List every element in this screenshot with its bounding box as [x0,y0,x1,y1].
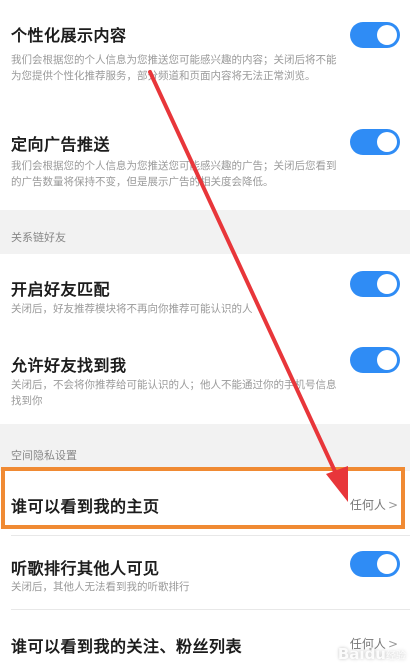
chevron-right-icon: > [387,498,398,512]
who-can-see-home-title: 谁可以看到我的主页 [11,497,160,516]
baidu-watermark: Baidu经验 [338,645,406,663]
friends-card: 开启好友匹配 关闭后，好友推荐模块将不再向你推荐可能认识的人 允许好友找到我 关… [0,254,410,424]
who-can-see-home-value: 任何人 > [350,496,398,513]
find-me-toggle[interactable] [350,347,400,373]
personalized-content-title: 个性化展示内容 [11,26,127,45]
song-rank-desc: 关闭后，其他人无法看到我的听歌排行 [11,581,190,593]
divider [11,609,410,610]
friend-match-toggle[interactable] [350,271,400,297]
targeted-ads-desc: 我们会根据您的个人信息为您推送您可能感兴趣的广告；关闭后您看到的广告数量将保持不… [11,160,337,188]
space-privacy-card: 谁可以看到我的主页 任何人 > 听歌排行其他人可见 关闭后，其他人无法看到我的听歌… [0,471,410,667]
toggle-knob [377,25,397,45]
toggle-knob [377,554,397,574]
divider [11,535,410,536]
find-me-desc: 关闭后，不会将你推荐给可能认识的人；他人不能通过你的手机号信息找到你 [11,379,337,407]
friend-match-title: 开启好友匹配 [11,280,111,299]
who-can-see-follow-title: 谁可以看到我的关注、粉丝列表 [11,637,243,656]
section-header-friends: 关系链好友 [11,231,66,244]
section-header-space: 空间隐私设置 [11,449,77,462]
personalized-content-toggle[interactable] [350,22,400,48]
song-rank-toggle[interactable] [350,551,400,577]
watermark-sub: 经验 [386,651,406,662]
targeted-ads-toggle[interactable] [350,129,400,155]
find-me-title: 允许好友找到我 [11,356,127,375]
friend-match-desc: 关闭后，好友推荐模块将不再向你推荐可能认识的人 [11,303,253,315]
toggle-knob [377,350,397,370]
watermark-brand: Baidu [337,645,386,663]
personalization-card: 个性化展示内容 我们会根据您的个人信息为您推送您可能感兴趣的内容；关闭后将不能为… [0,0,410,210]
who-can-see-home-value-text: 任何人 [349,498,386,512]
personalized-content-desc: 我们会根据您的个人信息为您推送您可能感兴趣的内容；关闭后将不能为您提供个性化推荐… [11,54,337,82]
targeted-ads-title: 定向广告推送 [11,135,111,154]
toggle-knob [377,274,397,294]
toggle-knob [377,132,397,152]
who-can-see-home-row[interactable]: 谁可以看到我的主页 任何人 > [0,471,410,529]
song-rank-title: 听歌排行其他人可见 [11,559,160,578]
